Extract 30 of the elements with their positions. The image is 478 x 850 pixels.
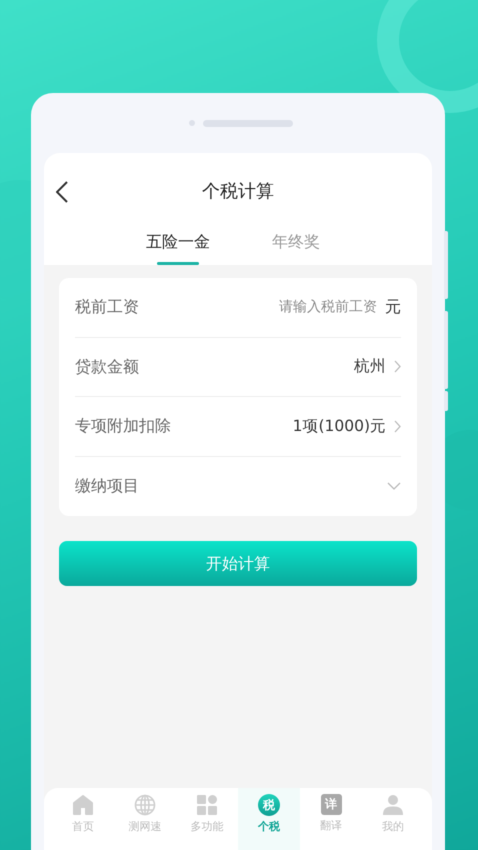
tab[interactable]: 年终奖 bbox=[272, 230, 320, 254]
select-row[interactable]: 专项附加扣除 1项(1000)元 bbox=[75, 397, 401, 456]
nav-tab[interactable]: 多功能 bbox=[176, 788, 238, 850]
select-row[interactable]: 贷款金额 杭州 bbox=[75, 338, 401, 397]
calculate-button[interactable]: 开始计算 bbox=[59, 541, 417, 586]
translate-icon: 详 bbox=[320, 794, 342, 815]
chevron-down-icon bbox=[387, 482, 401, 490]
nav-tab[interactable]: 我的 bbox=[362, 788, 424, 850]
chevron-right-icon bbox=[394, 360, 401, 374]
nav-tab[interactable]: 首页 bbox=[52, 788, 114, 850]
globe-icon bbox=[134, 794, 156, 816]
nav-tab[interactable]: 税 个税 bbox=[238, 788, 300, 850]
field-label: 贷款金额 bbox=[75, 356, 139, 378]
tax-badge-icon: 税 bbox=[258, 794, 280, 816]
field-label: 专项附加扣除 bbox=[75, 415, 171, 438]
field-value: 1项(1000)元 bbox=[292, 416, 386, 437]
person-icon bbox=[382, 794, 404, 816]
page-title: 个税计算 bbox=[202, 180, 274, 204]
back-icon[interactable] bbox=[56, 180, 68, 202]
grid-icon bbox=[196, 794, 218, 816]
tab[interactable]: 五险一金 bbox=[146, 230, 210, 254]
nav-tab[interactable]: 详 翻译 bbox=[300, 788, 362, 850]
chevron-right-icon bbox=[394, 420, 401, 433]
nav-tab[interactable]: 测网速 bbox=[114, 788, 176, 850]
salary-input[interactable]: 请输入税前工资 bbox=[257, 296, 377, 318]
field-label: 缴纳项目 bbox=[75, 475, 139, 498]
unit-label: 元 bbox=[385, 296, 401, 318]
field-value: 杭州 bbox=[354, 356, 386, 378]
home-icon bbox=[72, 794, 94, 816]
field-label: 税前工资 bbox=[75, 296, 139, 318]
